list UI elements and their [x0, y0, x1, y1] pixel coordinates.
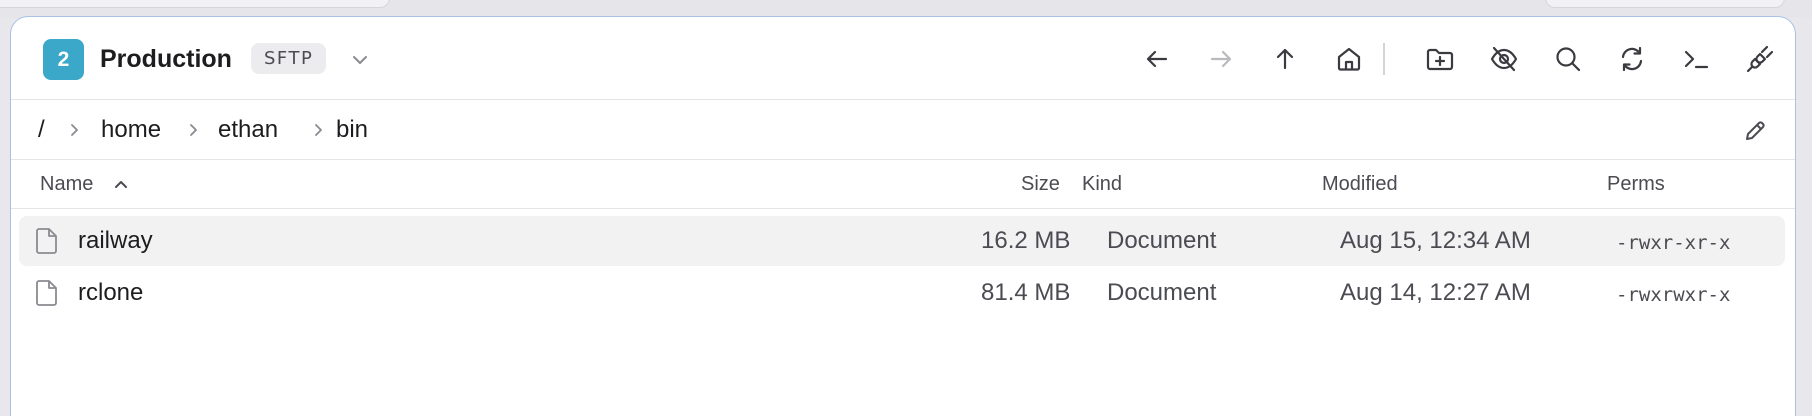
- file-kind: Document: [1107, 279, 1217, 306]
- breadcrumb-item-home[interactable]: home: [101, 115, 161, 145]
- terminal-icon: [1684, 50, 1709, 69]
- file-row[interactable]: railway 16.2 MB Document Aug 15, 12:34 A…: [19, 216, 1785, 266]
- file-perms: -rwxrwxr-x: [1616, 284, 1731, 306]
- chevron-right-icon: [185, 120, 201, 140]
- protocol-badge: SFTP: [251, 43, 327, 74]
- column-header-modified[interactable]: Modified: [1322, 172, 1398, 196]
- eye-off-icon: [1490, 46, 1518, 72]
- parent-folder-button[interactable]: [1265, 39, 1305, 79]
- file-size: 81.4 MB: [981, 279, 1071, 306]
- arrow-left-icon: [1146, 50, 1168, 68]
- column-header-kind[interactable]: Kind: [1082, 172, 1122, 196]
- search-button[interactable]: [1548, 39, 1588, 79]
- sort-ascending-icon[interactable]: [112, 175, 130, 193]
- new-folder-icon: [1426, 48, 1454, 71]
- disconnect-button[interactable]: [1740, 39, 1780, 79]
- back-button[interactable]: [1137, 39, 1177, 79]
- connection-name: Production: [100, 45, 232, 73]
- toggle-hidden-files-button[interactable]: [1484, 39, 1524, 79]
- chevron-down-icon: [353, 56, 367, 64]
- file-size: 16.2 MB: [981, 227, 1071, 254]
- chevron-right-icon: [310, 120, 326, 140]
- home-button[interactable]: [1329, 39, 1369, 79]
- pencil-icon: [1746, 121, 1765, 140]
- refresh-button[interactable]: [1612, 39, 1652, 79]
- connection-index-badge: 2: [43, 39, 84, 80]
- background-tab[interactable]: [1545, 0, 1785, 8]
- breadcrumb-root[interactable]: /: [38, 115, 45, 145]
- background-tab[interactable]: [0, 0, 390, 8]
- toolbar: 2 Production SFTP: [11, 17, 1795, 100]
- column-header-size[interactable]: Size: [1021, 172, 1060, 196]
- file-list-header: Name Size Kind Modified Perms: [11, 160, 1795, 209]
- file-browser-panel: 2 Production SFTP / home ethan bin Name …: [10, 16, 1796, 416]
- file-kind: Document: [1107, 227, 1217, 254]
- breadcrumb: / home ethan bin: [11, 100, 1795, 160]
- file-name: railway: [78, 227, 153, 254]
- document-icon: [33, 279, 61, 307]
- search-icon: [1556, 47, 1581, 72]
- toolbar-divider: [1383, 43, 1385, 75]
- file-row[interactable]: rclone 81.4 MB Document Aug 14, 12:27 AM…: [19, 268, 1785, 318]
- breadcrumb-item-ethan[interactable]: ethan: [218, 115, 278, 145]
- arrow-up-icon: [1276, 48, 1294, 70]
- column-header-name[interactable]: Name: [40, 172, 93, 196]
- arrow-right-icon: [1210, 50, 1232, 68]
- edit-path-button[interactable]: [1740, 116, 1770, 146]
- file-modified: Aug 15, 12:34 AM: [1340, 227, 1531, 254]
- file-perms: -rwxr-xr-x: [1616, 232, 1731, 254]
- document-icon: [33, 227, 61, 255]
- connection-dropdown-button[interactable]: [347, 47, 373, 73]
- column-header-perms[interactable]: Perms: [1607, 172, 1665, 196]
- refresh-icon: [1621, 46, 1643, 72]
- plug-disconnect-icon: [1746, 45, 1774, 73]
- chevron-right-icon: [66, 120, 82, 140]
- file-name: rclone: [78, 279, 144, 306]
- forward-button[interactable]: [1201, 39, 1241, 79]
- breadcrumb-item-bin[interactable]: bin: [336, 115, 368, 145]
- file-modified: Aug 14, 12:27 AM: [1340, 279, 1531, 306]
- new-folder-button[interactable]: [1420, 39, 1460, 79]
- terminal-button[interactable]: [1676, 39, 1716, 79]
- home-icon: [1337, 47, 1361, 71]
